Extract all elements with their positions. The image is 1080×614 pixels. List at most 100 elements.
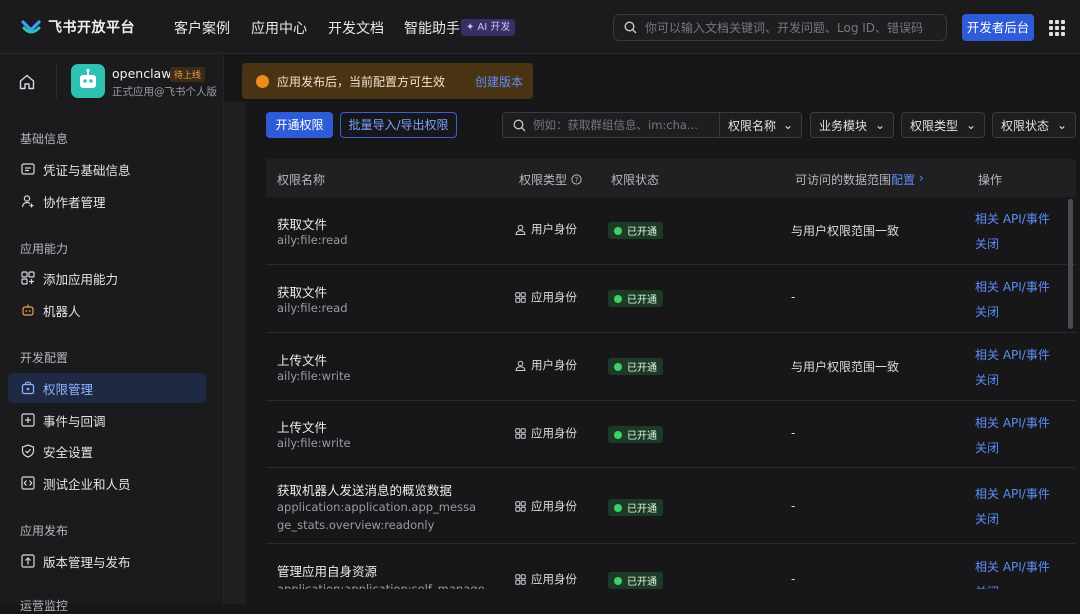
apps-add-icon [21,271,35,285]
permission-code: aily:file:write [277,369,351,383]
ai-badge-label: AI 开发 [477,22,511,33]
filter-permission-type[interactable]: 权限类型 ⌄ [901,112,985,138]
scope-config-link[interactable]: 配置 › [891,171,924,188]
related-api-link[interactable]: 相关 API/事件 [975,278,1050,295]
status-dot-icon [614,226,622,235]
sidebar-item-credentials[interactable]: 凭证与基础信息 [8,154,206,184]
sidebar-item-collaborators[interactable]: 协作者管理 [8,186,206,216]
header-status: 权限状态 [611,173,660,187]
permission-type-label: 应用身份 [531,426,577,440]
sidebar-item-events[interactable]: 事件与回调 [8,405,206,435]
related-api-link[interactable]: 相关 API/事件 [975,558,1050,575]
permission-type-label: 用户身份 [531,358,577,372]
permission-name: 获取机器人发送消息的概览数据 [277,483,453,498]
bot-icon [22,304,34,316]
sparkle-icon: ✦ [466,22,475,33]
global-search[interactable] [613,14,947,41]
chevron-down-icon: ⌄ [1056,118,1067,132]
search-icon [624,21,637,34]
create-version-link[interactable]: 创建版本 [475,73,523,90]
section-title-monitoring: 运营监控 [20,599,69,613]
developer-console-button[interactable]: 开发者后台 [962,14,1034,41]
nav-link-assistant[interactable]: 智能助手 [404,18,460,38]
app-avatar [71,64,105,98]
related-api-link[interactable]: 相关 API/事件 [975,485,1050,502]
status-badge: 已开通 [608,499,663,516]
sidebar-item-test-tenants[interactable]: 测试企业和人员 [8,468,206,498]
filter-label: 权限名称 [728,118,777,133]
status-label: 已开通 [627,227,657,238]
related-api-link[interactable]: 相关 API/事件 [975,414,1050,431]
event-icon [21,413,35,427]
related-api-link[interactable]: 相关 API/事件 [975,346,1050,363]
status-badge: 已开通 [608,222,663,239]
status-badge: 已开通 [608,290,663,307]
permission-code: aily:file:read [277,301,348,315]
status-label: 已开通 [627,295,657,306]
user-icon [515,360,526,371]
header-type: 权限类型 ? [519,171,582,188]
permission-scope: - [791,290,796,304]
nav-link-docs[interactable]: 开发文档 [328,18,384,38]
permission-type-label: 应用身份 [531,572,577,586]
related-api-link[interactable]: 相关 API/事件 [975,210,1050,227]
user-add-icon [21,195,34,208]
sidebar-item-versions[interactable]: 版本管理与发布 [8,546,206,576]
banner-text: 应用发布后，当前配置方可生效 [277,74,446,89]
status-label: 已开通 [627,431,657,442]
robot-icon [80,69,96,88]
status-dot-icon [614,430,622,439]
section-title-release: 应用发布 [20,524,69,538]
sidebar-item-security[interactable]: 安全设置 [8,436,206,466]
sidebar-item-add-capability[interactable]: 添加应用能力 [8,263,206,293]
table-scrollbar[interactable] [1068,199,1073,329]
close-permission-link[interactable]: 关闭 [975,583,999,589]
status-dot-icon [614,294,622,303]
filter-permission-name[interactable]: 权限名称 ⌄ [719,112,802,138]
scope-config-label: 配置 [891,173,916,187]
feishu-logo-icon [21,20,41,34]
logo[interactable]: 飞书开放平台 [20,16,135,38]
section-title-capabilities: 应用能力 [20,242,69,256]
sidebar-item-permissions[interactable]: 权限管理 [8,373,206,403]
permission-type-label: 应用身份 [531,499,577,513]
permission-search-input[interactable] [533,118,713,132]
table-row: 管理应用自身资源 application:application:self_ma… [266,544,1076,589]
close-permission-link[interactable]: 关闭 [975,303,999,320]
global-search-input[interactable] [645,20,935,35]
app-status-badge: 待上线 [170,67,206,82]
sidebar-scroll-gutter [224,102,246,604]
permission-scope: - [791,426,796,440]
close-permission-link[interactable]: 关闭 [975,439,999,456]
sidebar-item-label: 凭证与基础信息 [43,162,131,178]
section-title-basic: 基础信息 [20,132,69,146]
permission-search[interactable] [502,112,720,138]
permission-type: 应用身份 [515,289,577,305]
section-title-dev-config: 开发配置 [20,351,69,365]
status-label: 已开通 [627,577,657,588]
help-icon[interactable]: ? [571,174,582,185]
close-permission-link[interactable]: 关闭 [975,510,999,527]
top-navigation: 飞书开放平台 客户案例 应用中心 开发文档 智能助手 ✦ AI 开发 开发者后台 [0,0,1080,54]
apps-grid-icon[interactable] [1049,20,1065,36]
sidebar-item-bot[interactable]: 机器人 [8,295,206,325]
permission-icon [21,381,35,395]
chevron-down-icon: ⌄ [874,118,885,132]
permission-type-label: 用户身份 [531,222,577,236]
id-card-icon [21,163,35,175]
permission-type-label: 应用身份 [531,290,577,304]
chevron-right-icon: › [919,171,924,185]
enable-permission-button[interactable]: 开通权限 [266,112,333,138]
logo-text: 飞书开放平台 [48,20,135,36]
import-export-button[interactable]: 批量导入/导出权限 [340,112,457,138]
close-permission-link[interactable]: 关闭 [975,371,999,388]
filter-permission-status[interactable]: 权限状态 ⌄ [992,112,1076,138]
nav-link-app-center[interactable]: 应用中心 [251,18,307,38]
status-dot-icon [614,362,622,371]
nav-link-cases[interactable]: 客户案例 [174,18,230,38]
sidebar-item-label: 测试企业和人员 [43,476,131,492]
home-icon[interactable] [18,73,36,91]
status-dot-icon [614,576,622,585]
filter-business-module[interactable]: 业务模块 ⌄ [810,112,894,138]
close-permission-link[interactable]: 关闭 [975,235,999,252]
